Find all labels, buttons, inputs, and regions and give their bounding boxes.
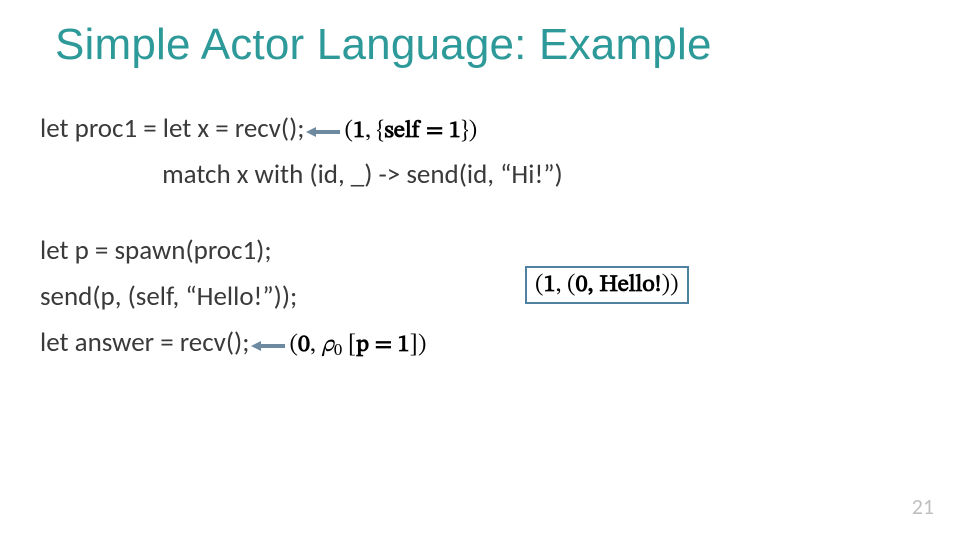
- code-line-5: let answer = recv(); (0, ρ0 [p = 1]): [40, 322, 563, 364]
- code-text: let proc1 = let x = recv();: [40, 112, 304, 145]
- annotation-box: (1, (0, Hello!)): [525, 266, 689, 304]
- left-arrow-icon: [251, 323, 285, 335]
- code-line-3: let p = spawn(proc1);: [40, 230, 563, 272]
- slide-title: Simple Actor Language: Example: [55, 20, 712, 70]
- code-line-4: send(p, (self, “Hello!”));: [40, 276, 563, 318]
- code-text: let answer = recv();: [40, 326, 249, 359]
- left-arrow-icon: [306, 109, 340, 121]
- blank-line: [40, 200, 563, 230]
- slide-body: let proc1 = let x = recv(); (1, {self = 1…: [40, 108, 563, 368]
- slide: Simple Actor Language: Example let proc1…: [0, 0, 960, 540]
- annotation-2: (0, ρ0 [p = 1]): [289, 333, 426, 357]
- page-number: 21: [912, 493, 934, 520]
- annotation-1: (1, {self = 1}): [344, 119, 477, 143]
- code-line-2: match x with (id, _) -> send(id, “Hi!”): [40, 154, 563, 196]
- boxed-annotation: (1, (0, Hello!)): [525, 266, 689, 304]
- code-line-1: let proc1 = let x = recv(); (1, {self = 1…: [40, 108, 563, 150]
